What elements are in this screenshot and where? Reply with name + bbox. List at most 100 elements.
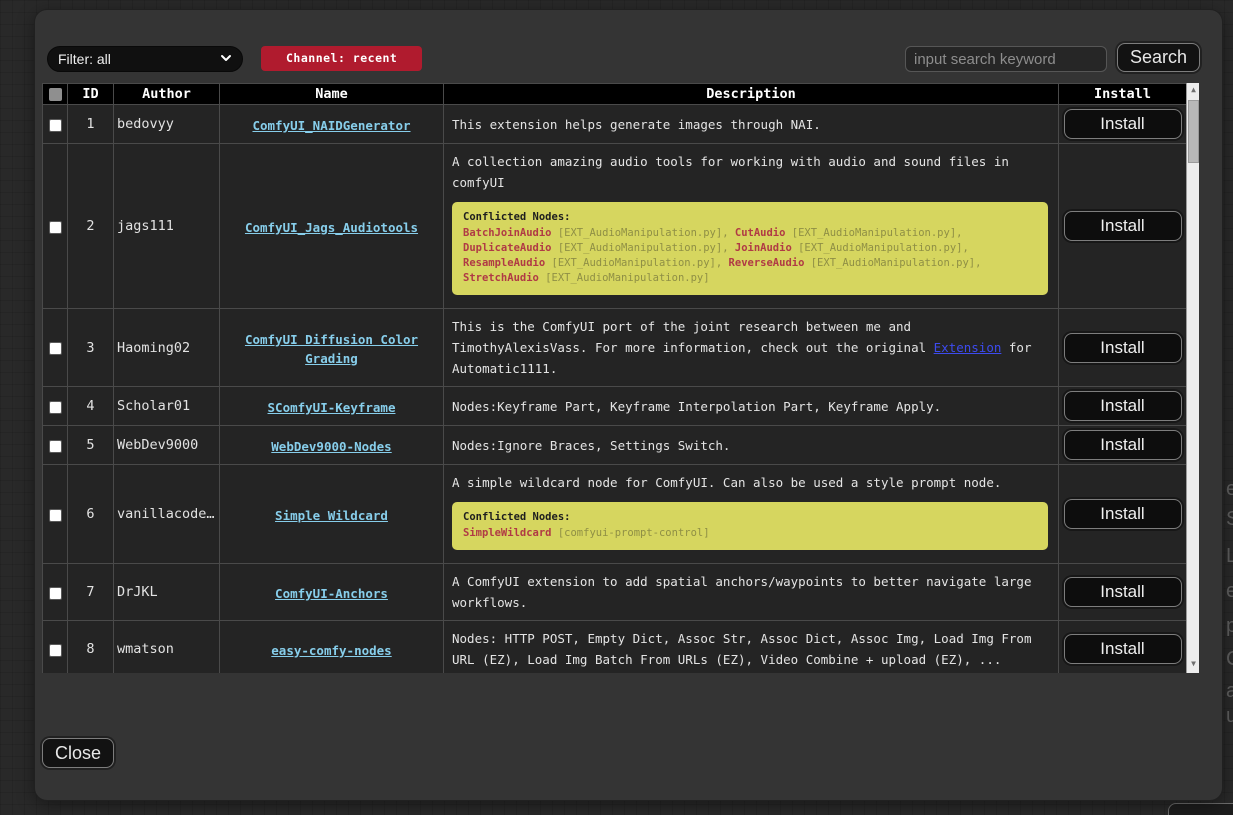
extension-name-link[interactable]: Simple Wildcard bbox=[275, 508, 388, 523]
row-name-cell: WebDev9000-Nodes bbox=[220, 426, 444, 465]
row-id: 8 bbox=[68, 621, 114, 674]
extension-table-wrap: ID Author Name Description Install 1bedo… bbox=[42, 83, 1186, 673]
search-button[interactable]: Search bbox=[1117, 43, 1200, 72]
table-row: 7DrJKLComfyUI-AnchorsA ComfyUI extension… bbox=[43, 564, 1187, 621]
background-text-fragment: u bbox=[1226, 705, 1233, 728]
row-install-cell: Install bbox=[1059, 309, 1187, 387]
row-checkbox-cell bbox=[43, 564, 68, 621]
conflict-box: Conflicted Nodes: SimpleWildcard [comfyui… bbox=[452, 502, 1048, 550]
conflict-items: BatchJoinAudio [EXT_AudioManipulation.py… bbox=[463, 226, 1037, 286]
row-id: 4 bbox=[68, 387, 114, 426]
row-description-cell: This is the ComfyUI port of the joint re… bbox=[444, 309, 1059, 387]
row-description: A simple wildcard node for ComfyUI. Can … bbox=[452, 472, 1050, 493]
select-all-checkbox[interactable] bbox=[49, 88, 62, 101]
row-checkbox-cell bbox=[43, 309, 68, 387]
row-description-cell: A collection amazing audio tools for wor… bbox=[444, 144, 1059, 309]
extension-table-body: 1bedovyy ComfyUI_NAIDGenerator This extens… bbox=[43, 105, 1187, 674]
row-author: Haoming02 bbox=[114, 309, 220, 387]
conflict-title: Conflicted Nodes: bbox=[463, 511, 1037, 523]
table-row: 3Haoming02 ComfyUI Diffusion Color Gradin… bbox=[43, 309, 1187, 387]
row-install-cell: Install bbox=[1059, 564, 1187, 621]
table-scrollbar[interactable]: ▲ ▼ bbox=[1186, 83, 1199, 673]
row-select-checkbox[interactable] bbox=[49, 440, 62, 453]
row-name-cell: SComfyUI-Keyframe bbox=[220, 387, 444, 426]
row-description-cell: This extension helps generate images thr… bbox=[444, 105, 1059, 144]
row-description: This extension helps generate images thr… bbox=[452, 114, 1050, 135]
row-checkbox-cell bbox=[43, 621, 68, 674]
row-select-checkbox[interactable] bbox=[49, 509, 62, 522]
background-text-fragment: C bbox=[1226, 648, 1233, 671]
extension-name-link[interactable]: ComfyUI_Jags_Audiotools bbox=[245, 220, 418, 235]
extension-name-link[interactable]: SComfyUI-Keyframe bbox=[268, 400, 396, 415]
scroll-down-icon[interactable]: ▼ bbox=[1187, 657, 1200, 671]
install-button[interactable]: Install bbox=[1064, 634, 1182, 664]
row-description-cell: Nodes: HTTP POST, Empty Dict, Assoc Str,… bbox=[444, 621, 1059, 674]
install-button[interactable]: Install bbox=[1064, 391, 1182, 421]
row-select-checkbox[interactable] bbox=[49, 401, 62, 414]
row-description-cell: A ComfyUI extension to add spatial ancho… bbox=[444, 564, 1059, 621]
install-button[interactable]: Install bbox=[1064, 333, 1182, 363]
description-link[interactable]: Extension bbox=[934, 340, 1002, 355]
header-description: Description bbox=[444, 84, 1059, 105]
row-name-cell: ComfyUI Diffusion Color Grading bbox=[220, 309, 444, 387]
table-row: 1bedovyy ComfyUI_NAIDGenerator This extens… bbox=[43, 105, 1187, 144]
row-id: 5 bbox=[68, 426, 114, 465]
row-author: wmatson bbox=[114, 621, 220, 674]
row-install-cell: Install bbox=[1059, 105, 1187, 144]
search-input[interactable] bbox=[905, 46, 1107, 72]
row-select-checkbox[interactable] bbox=[49, 119, 62, 132]
install-button[interactable]: Install bbox=[1064, 430, 1182, 460]
row-select-checkbox[interactable] bbox=[49, 587, 62, 600]
row-author: vanillacode… bbox=[114, 465, 220, 564]
row-description-cell: Nodes:Ignore Braces, Settings Switch. bbox=[444, 426, 1059, 465]
table-row: 8wmatson easy-comfy-nodes Nodes: HTTP POST… bbox=[43, 621, 1187, 674]
conflict-title: Conflicted Nodes: bbox=[463, 211, 1037, 223]
conflict-items: SimpleWildcard [comfyui-prompt-control] bbox=[463, 526, 1037, 541]
row-description-cell: A simple wildcard node for ComfyUI. Can … bbox=[444, 465, 1059, 564]
row-install-cell: Install bbox=[1059, 387, 1187, 426]
table-row: 2jags111ComfyUI_Jags_AudiotoolsA collect… bbox=[43, 144, 1187, 309]
background-text-fragment: a bbox=[1226, 680, 1233, 703]
row-select-checkbox[interactable] bbox=[49, 644, 62, 657]
comfyui-page: { "toolbar": { "filter_value": "Filter: … bbox=[0, 0, 1233, 815]
row-select-checkbox[interactable] bbox=[49, 221, 62, 234]
channel-badge: Channel: recent bbox=[261, 46, 422, 71]
background-text-fragment: e bbox=[1226, 580, 1233, 603]
scrollbar-thumb[interactable] bbox=[1188, 100, 1199, 163]
scroll-up-icon[interactable]: ▲ bbox=[1187, 83, 1200, 97]
row-author: bedovyy bbox=[114, 105, 220, 144]
header-author: Author bbox=[114, 84, 220, 105]
row-name-cell: ComfyUI-Anchors bbox=[220, 564, 444, 621]
row-checkbox-cell bbox=[43, 144, 68, 309]
row-description: Nodes:Keyframe Part, Keyframe Interpolat… bbox=[452, 396, 1050, 417]
row-author: WebDev9000 bbox=[114, 426, 220, 465]
install-button[interactable]: Install bbox=[1064, 211, 1182, 241]
header-name: Name bbox=[220, 84, 444, 105]
filter-select[interactable]: Filter: all bbox=[47, 46, 243, 72]
extension-name-link[interactable]: ComfyUI Diffusion Color Grading bbox=[245, 332, 418, 366]
row-checkbox-cell bbox=[43, 426, 68, 465]
background-button-fragment bbox=[1168, 803, 1233, 815]
extension-manager-dialog: Filter: all Channel: recent Search ID Au… bbox=[35, 10, 1222, 800]
row-name-cell: Simple Wildcard bbox=[220, 465, 444, 564]
extension-name-link[interactable]: ComfyUI-Anchors bbox=[275, 586, 388, 601]
install-button[interactable]: Install bbox=[1064, 109, 1182, 139]
close-button[interactable]: Close bbox=[42, 738, 114, 768]
extension-name-link[interactable]: ComfyUI_NAIDGenerator bbox=[252, 118, 410, 133]
table-row: 5WebDev9000 WebDev9000-Nodes Nodes:Ignore … bbox=[43, 426, 1187, 465]
install-button[interactable]: Install bbox=[1064, 499, 1182, 529]
row-id: 6 bbox=[68, 465, 114, 564]
extension-name-link[interactable]: easy-comfy-nodes bbox=[271, 643, 391, 658]
row-id: 1 bbox=[68, 105, 114, 144]
background-text-fragment: L bbox=[1226, 545, 1233, 568]
table-row: 6vanillacode… Simple Wildcard A simple wil… bbox=[43, 465, 1187, 564]
row-select-checkbox[interactable] bbox=[49, 342, 62, 355]
row-description: A collection amazing audio tools for wor… bbox=[452, 151, 1050, 193]
row-id: 2 bbox=[68, 144, 114, 309]
table-header-row: ID Author Name Description Install bbox=[43, 84, 1187, 105]
extension-name-link[interactable]: WebDev9000-Nodes bbox=[271, 439, 391, 454]
row-id: 3 bbox=[68, 309, 114, 387]
background-text-fragment: e bbox=[1226, 478, 1233, 501]
install-button[interactable]: Install bbox=[1064, 577, 1182, 607]
background-text-fragment: S bbox=[1226, 508, 1233, 531]
